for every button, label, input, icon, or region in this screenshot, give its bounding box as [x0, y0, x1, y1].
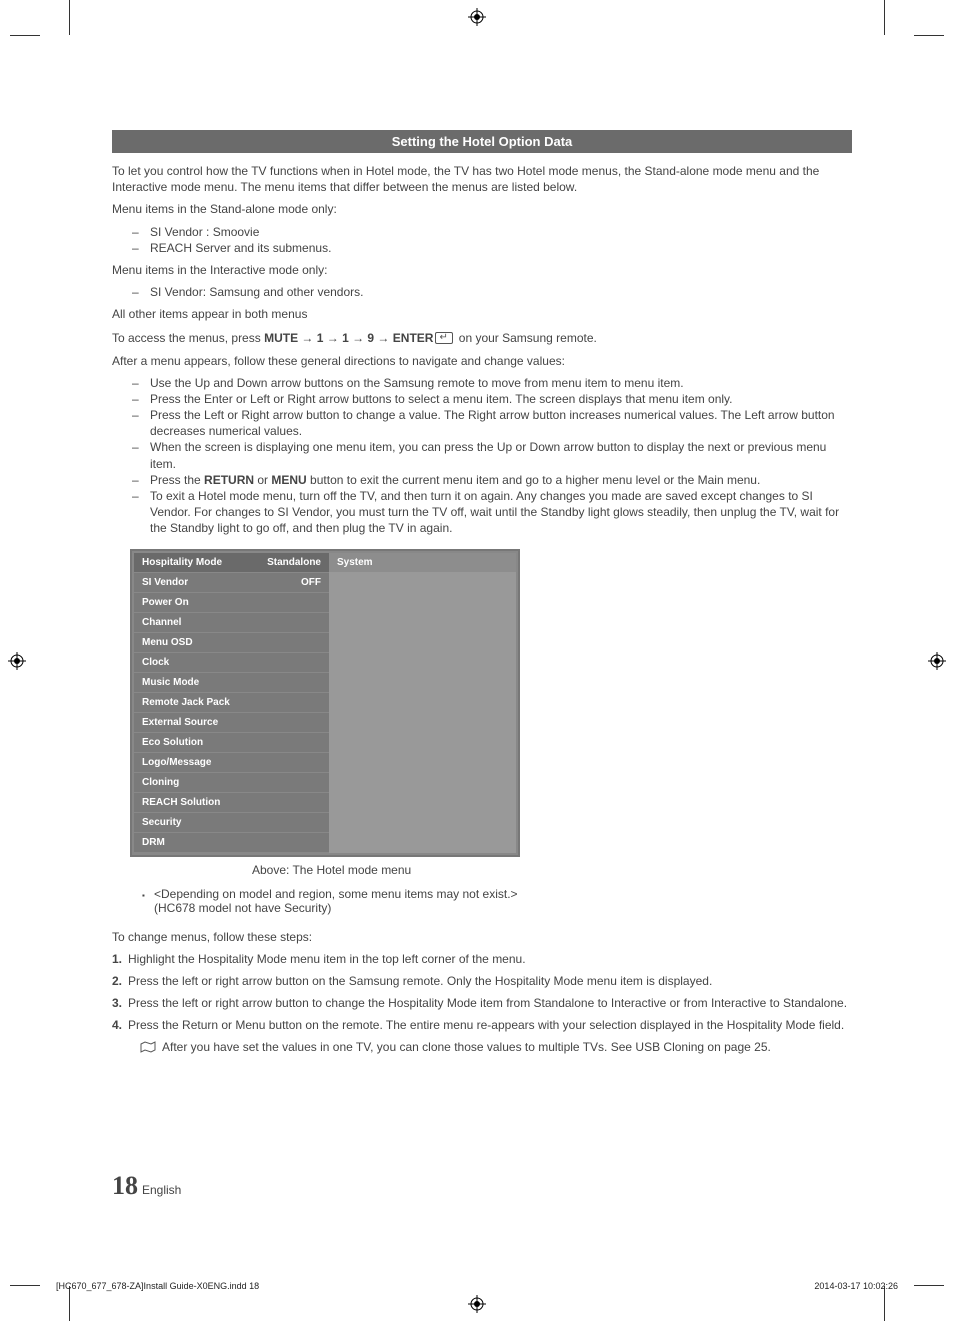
menu-right-header: System [329, 553, 516, 572]
menu-caption: Above: The Hotel mode menu [252, 863, 852, 877]
standalone-list: SI Vendor : Smoovie REACH Server and its… [150, 224, 852, 256]
menu-header-row: Hospitality Mode Standalone [134, 553, 329, 573]
access-prefix: To access the menus, press [112, 331, 264, 345]
menu-item: DRM [134, 833, 329, 853]
menu-item: Remote Jack Pack [134, 693, 329, 713]
menu-right-column: System [329, 553, 516, 853]
menu-si-row: SI Vendor OFF [134, 573, 329, 593]
steps-list: 1.Highlight the Hospitality Mode menu it… [112, 951, 852, 1034]
standalone-intro: Menu items in the Stand-alone mode only: [112, 201, 852, 217]
list-item: Use the Up and Down arrow buttons on the… [150, 375, 852, 391]
menu-header-label: Hospitality Mode [142, 557, 222, 568]
crop-mark [40, 1286, 70, 1321]
menu-si-value: OFF [301, 577, 321, 588]
menu-item: Eco Solution [134, 733, 329, 753]
model-note: <Depending on model and region, some men… [142, 887, 852, 915]
enter-icon [435, 332, 453, 344]
crop-mark [40, 0, 70, 35]
intro-text: To let you control how the TV functions … [112, 163, 852, 195]
clone-note: After you have set the values in one TV,… [140, 1040, 852, 1054]
list-item: Press the Enter or Left or Right arrow b… [150, 391, 852, 407]
section-heading: Setting the Hotel Option Data [112, 130, 852, 153]
step-item: 4.Press the Return or Menu button on the… [112, 1017, 852, 1033]
page-content: Setting the Hotel Option Data To let you… [112, 130, 852, 1054]
footer-timestamp: 2014-03-17 10:02:26 [814, 1281, 898, 1291]
menu-item: Menu OSD [134, 633, 329, 653]
menu-item: REACH Solution [134, 793, 329, 813]
menu-header-value: Standalone [267, 557, 321, 568]
list-item: When the screen is displaying one menu i… [150, 439, 852, 471]
menu-item: Clock [134, 653, 329, 673]
access-sequence: MUTE → 1 → 1 → 9 → ENTER [264, 331, 433, 345]
menu-item: Cloning [134, 773, 329, 793]
menu-item: External Source [134, 713, 329, 733]
menu-si-label: SI Vendor [142, 577, 188, 588]
step-item: 3.Press the left or right arrow button t… [112, 995, 852, 1011]
menu-left-column: Hospitality Mode Standalone SI Vendor OF… [134, 553, 329, 853]
step-item: 2.Press the left or right arrow button o… [112, 973, 852, 989]
registration-mark-icon [468, 1295, 486, 1313]
interactive-list: SI Vendor: Samsung and other vendors. [150, 284, 852, 300]
menu-item: Security [134, 813, 329, 833]
list-item: To exit a Hotel mode menu, turn off the … [150, 488, 852, 537]
list-item: REACH Server and its submenus. [150, 240, 852, 256]
menu-item: Logo/Message [134, 753, 329, 773]
list-item: Press the Left or Right arrow button to … [150, 407, 852, 439]
directions-list: Use the Up and Down arrow buttons on the… [150, 375, 852, 537]
registration-mark-icon [468, 8, 486, 26]
access-line: To access the menus, press MUTE → 1 → 1 … [112, 331, 852, 345]
menu-item: Music Mode [134, 673, 329, 693]
menu-item: Power On [134, 593, 329, 613]
list-item: SI Vendor : Smoovie [150, 224, 852, 240]
page-number: 18English [112, 1171, 181, 1201]
after-line: After a menu appears, follow these gener… [112, 353, 852, 369]
change-intro: To change menus, follow these steps: [112, 929, 852, 945]
list-item: SI Vendor: Samsung and other vendors. [150, 284, 852, 300]
list-item: Press the RETURN or MENU button to exit … [150, 472, 852, 488]
footer-filename: [HC670_677_678-ZA]Install Guide-X0ENG.in… [56, 1281, 259, 1291]
menu-item: Channel [134, 613, 329, 633]
step-item: 1.Highlight the Hospitality Mode menu it… [112, 951, 852, 967]
crop-mark [884, 0, 914, 35]
registration-mark-icon [928, 652, 946, 670]
interactive-intro: Menu items in the Interactive mode only: [112, 262, 852, 278]
crop-mark [884, 1286, 914, 1321]
registration-mark-icon [8, 652, 26, 670]
note-icon [140, 1041, 156, 1053]
both-line: All other items appear in both menus [112, 306, 852, 322]
access-suffix: on your Samsung remote. [455, 331, 596, 345]
hotel-menu-screenshot: Hospitality Mode Standalone SI Vendor OF… [130, 549, 520, 857]
